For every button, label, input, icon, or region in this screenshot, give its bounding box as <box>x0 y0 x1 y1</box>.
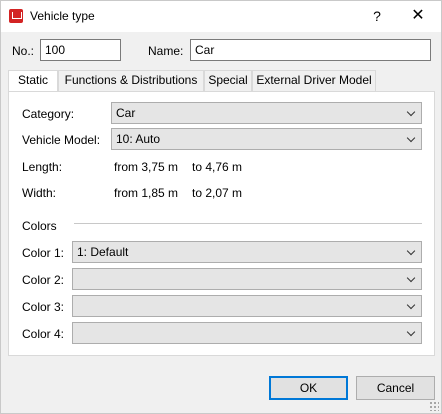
width-from: from 1,85 m <box>114 186 179 200</box>
category-value: Car <box>116 106 136 120</box>
chevron-down-icon <box>407 269 417 289</box>
tab-static[interactable]: Static <box>8 70 58 92</box>
color-4-select[interactable] <box>72 322 422 344</box>
chevron-down-icon <box>407 323 417 343</box>
title-bar: Vehicle type ? ✕ <box>1 1 441 32</box>
resize-grip-icon[interactable] <box>429 401 439 411</box>
tab-external-driver-model[interactable]: External Driver Model <box>252 70 376 91</box>
vehicle-model-select[interactable]: 10: Auto <box>111 128 422 150</box>
color-3-label: Color 3: <box>22 300 65 314</box>
cancel-button[interactable]: Cancel <box>356 376 435 400</box>
category-label: Category: <box>22 107 75 121</box>
close-button[interactable]: ✕ <box>405 5 431 27</box>
width-label: Width: <box>22 186 57 200</box>
no-label: No.: <box>12 44 35 58</box>
window-title: Vehicle type <box>30 9 95 23</box>
color-4-label: Color 4: <box>22 327 65 341</box>
name-input[interactable]: Car <box>190 39 431 61</box>
length-from: from 3,75 m <box>114 160 179 174</box>
length-to: to 4,76 m <box>192 160 243 174</box>
color-2-label: Color 2: <box>22 273 65 287</box>
static-tab-panel: Category: Car Vehicle Model: 10: Auto Le… <box>8 91 435 356</box>
color-3-select[interactable] <box>72 295 422 317</box>
colors-divider <box>74 223 422 224</box>
chevron-down-icon <box>407 103 417 123</box>
app-icon <box>9 9 23 23</box>
no-input[interactable]: 100 <box>40 39 121 61</box>
color-1-label: Color 1: <box>22 246 65 260</box>
vehicle-model-label: Vehicle Model: <box>22 133 101 147</box>
width-to: to 2,07 m <box>192 186 243 200</box>
help-button[interactable]: ? <box>364 5 390 27</box>
color-1-value: 1: Default <box>77 245 129 259</box>
color-1-select[interactable]: 1: Default <box>72 241 422 263</box>
category-select[interactable]: Car <box>111 102 422 124</box>
length-label: Length: <box>22 160 63 174</box>
chevron-down-icon <box>407 242 417 262</box>
chevron-down-icon <box>407 129 417 149</box>
tab-functions-distributions[interactable]: Functions & Distributions <box>58 70 204 91</box>
name-label: Name: <box>148 44 184 58</box>
vehicle-model-value: 10: Auto <box>116 132 161 146</box>
colors-heading: Colors <box>22 219 57 233</box>
ok-button[interactable]: OK <box>269 376 348 400</box>
vehicle-type-dialog: Vehicle type ? ✕ No.: 100 Name: Car Stat… <box>0 0 442 414</box>
color-2-select[interactable] <box>72 268 422 290</box>
tab-special[interactable]: Special <box>204 70 252 91</box>
chevron-down-icon <box>407 296 417 316</box>
